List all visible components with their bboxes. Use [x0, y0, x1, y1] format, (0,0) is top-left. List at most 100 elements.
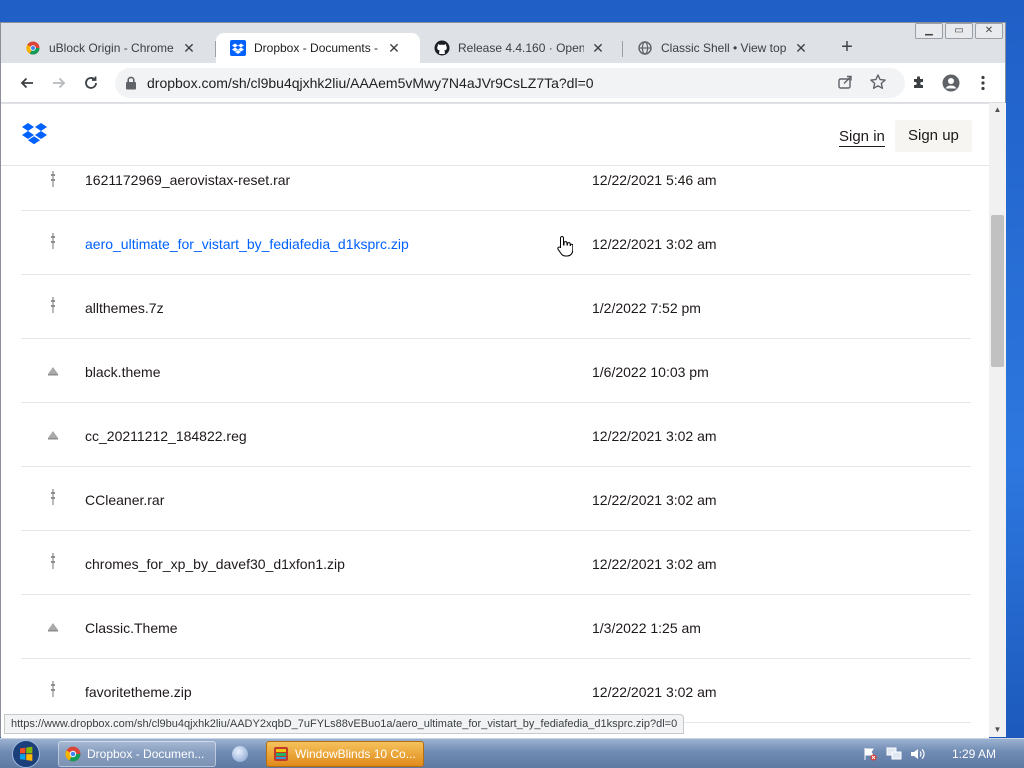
page-content: Sign in Sign up 1621172969_aerovistax-re…: [1, 104, 989, 738]
archive-file-icon: [47, 681, 59, 697]
scroll-up-arrow-icon[interactable]: ▲: [989, 103, 1006, 117]
kebab-menu-icon: [981, 75, 985, 91]
menu-button[interactable]: [971, 71, 995, 95]
browser-window: uBlock Origin - Chrome Web Store ✕ Dropb…: [0, 22, 1006, 738]
tab-close-icon[interactable]: ✕: [590, 40, 606, 56]
dropbox-header: Sign in Sign up: [1, 104, 989, 166]
dropbox-logo-icon[interactable]: [21, 122, 48, 151]
file-row[interactable]: allthemes.7z 1/2/2022 7:52 pm: [21, 275, 971, 339]
file-row[interactable]: Classic.Theme 1/3/2022 1:25 am: [21, 595, 971, 659]
taskbar-item-label: WindowBlinds 10 Co...: [295, 747, 416, 761]
file-row[interactable]: aero_ultimate_for_vistart_by_fediafedia_…: [21, 211, 971, 275]
tab-title: Classic Shell • View topic - W: [661, 41, 787, 55]
file-modified-date: 1/3/2022 1:25 am: [592, 620, 701, 636]
address-bar[interactable]: dropbox.com/sh/cl9bu4qjxhk2liu/AAAem5vMw…: [115, 68, 905, 98]
browser-toolbar: dropbox.com/sh/cl9bu4qjxhk2liu/AAAem5vMw…: [1, 63, 1005, 103]
file-modified-date: 12/22/2021 3:02 am: [592, 236, 717, 252]
chrome-icon: [65, 746, 81, 762]
file-name[interactable]: black.theme: [85, 364, 160, 380]
reload-icon: [85, 76, 97, 89]
tab-classic-shell[interactable]: Classic Shell • View topic - W ✕: [623, 33, 819, 63]
windowblinds-icon: [273, 746, 289, 762]
scroll-thumb[interactable]: [991, 215, 1004, 367]
volume-icon[interactable]: [910, 746, 926, 762]
file-row[interactable]: cc_20211212_184822.reg 12/22/2021 3:02 a…: [21, 403, 971, 467]
scroll-down-arrow-icon[interactable]: ▼: [989, 723, 1006, 737]
file-name[interactable]: 1621172969_aerovistax-reset.rar: [85, 172, 290, 188]
file-name[interactable]: allthemes.7z: [85, 300, 164, 316]
theme-file-icon: [47, 427, 59, 443]
archive-file-icon: [47, 297, 59, 313]
file-name[interactable]: chromes_for_xp_by_davef30_d1xfon1.zip: [85, 556, 345, 572]
puzzle-icon: [914, 76, 923, 88]
arrow-right-icon: [53, 77, 66, 89]
arrow-left-icon: [20, 77, 33, 89]
lock-icon[interactable]: [125, 76, 137, 95]
taskbar-clock[interactable]: 1:29 AM: [952, 747, 996, 761]
extensions-button[interactable]: [907, 71, 931, 95]
sign-up-button[interactable]: Sign up: [895, 120, 972, 152]
file-modified-date: 12/22/2021 3:02 am: [592, 556, 717, 572]
file-modified-date: 12/22/2021 3:02 am: [592, 492, 717, 508]
profile-button[interactable]: [939, 71, 963, 95]
maximize-button[interactable]: ▭: [945, 23, 973, 39]
tab-title: uBlock Origin - Chrome Web Store: [49, 41, 175, 55]
link-status-bubble: https://www.dropbox.com/sh/cl9bu4qjxhk2l…: [4, 714, 685, 734]
theme-file-icon: [47, 619, 59, 635]
dropbox-icon: [230, 40, 246, 56]
tab-close-icon[interactable]: ✕: [793, 40, 809, 56]
windows-orb-icon: [12, 740, 40, 768]
avatar-icon: [942, 74, 960, 92]
tab-title: Dropbox - Documents - Simple: [254, 41, 380, 55]
archive-file-icon: [47, 171, 59, 187]
minimize-button[interactable]: ▁: [915, 23, 943, 39]
file-row[interactable]: black.theme 1/6/2022 10:03 pm: [21, 339, 971, 403]
file-modified-date: 12/22/2021 3:02 am: [592, 428, 717, 444]
tab-close-icon[interactable]: ✕: [181, 40, 197, 56]
file-name[interactable]: cc_20211212_184822.reg: [85, 428, 247, 444]
reload-button[interactable]: [79, 71, 103, 95]
back-button[interactable]: [15, 71, 39, 95]
page-scrollbar[interactable]: ▲ ▼: [989, 103, 1006, 737]
sign-in-link[interactable]: Sign in: [839, 128, 885, 147]
taskbar-item-dropbox[interactable]: Dropbox - Documen...: [58, 741, 216, 767]
file-list: 1621172969_aerovistax-reset.rar 12/22/20…: [21, 166, 971, 723]
file-modified-date: 1/6/2022 10:03 pm: [592, 364, 709, 380]
taskbar-item-windowblinds[interactable]: WindowBlinds 10 Co...: [266, 741, 424, 767]
file-row[interactable]: CCleaner.rar 12/22/2021 3:02 am: [21, 467, 971, 531]
quick-launch-icon[interactable]: [232, 746, 248, 762]
file-name[interactable]: aero_ultimate_for_vistart_by_fediafedia_…: [85, 236, 409, 252]
close-button[interactable]: ✕: [975, 23, 1003, 39]
file-modified-date: 1/2/2022 7:52 pm: [592, 300, 701, 316]
hand-cursor-icon: [557, 235, 574, 262]
start-button[interactable]: [6, 739, 46, 768]
bookmark-star-icon[interactable]: [869, 73, 887, 96]
file-name[interactable]: CCleaner.rar: [85, 492, 164, 508]
file-name[interactable]: Classic.Theme: [85, 620, 178, 636]
archive-file-icon: [47, 233, 59, 249]
file-row[interactable]: 1621172969_aerovistax-reset.rar 12/22/20…: [21, 166, 971, 211]
tab-dropbox[interactable]: Dropbox - Documents - Simple ✕: [216, 33, 420, 63]
tab-title: Release 4.4.160 · Open-Shell: [458, 41, 584, 55]
share-icon[interactable]: [837, 74, 853, 95]
network-icon[interactable]: [886, 746, 902, 762]
system-tray: [862, 739, 934, 768]
file-modified-date: 12/22/2021 3:02 am: [592, 684, 717, 700]
globe-icon: [637, 40, 653, 56]
action-center-flag-icon[interactable]: [862, 746, 878, 762]
file-row[interactable]: chromes_for_xp_by_davef30_d1xfon1.zip 12…: [21, 531, 971, 595]
archive-file-icon: [47, 489, 59, 505]
tab-ublock-origin[interactable]: uBlock Origin - Chrome Web Store ✕: [11, 33, 207, 63]
forward-button[interactable]: [47, 71, 71, 95]
new-tab-button[interactable]: +: [836, 37, 858, 59]
taskbar-item-label: Dropbox - Documen...: [87, 747, 205, 761]
tab-close-icon[interactable]: ✕: [386, 40, 402, 56]
tab-strip: uBlock Origin - Chrome Web Store ✕ Dropb…: [1, 23, 1005, 63]
theme-file-icon: [47, 363, 59, 379]
chrome-webstore-icon: [25, 40, 41, 56]
tab-github-release[interactable]: Release 4.4.160 · Open-Shell ✕: [420, 33, 616, 63]
archive-file-icon: [47, 553, 59, 569]
file-modified-date: 12/22/2021 5:46 am: [592, 172, 717, 188]
file-name[interactable]: favoritetheme.zip: [85, 684, 192, 700]
github-icon: [434, 40, 450, 56]
